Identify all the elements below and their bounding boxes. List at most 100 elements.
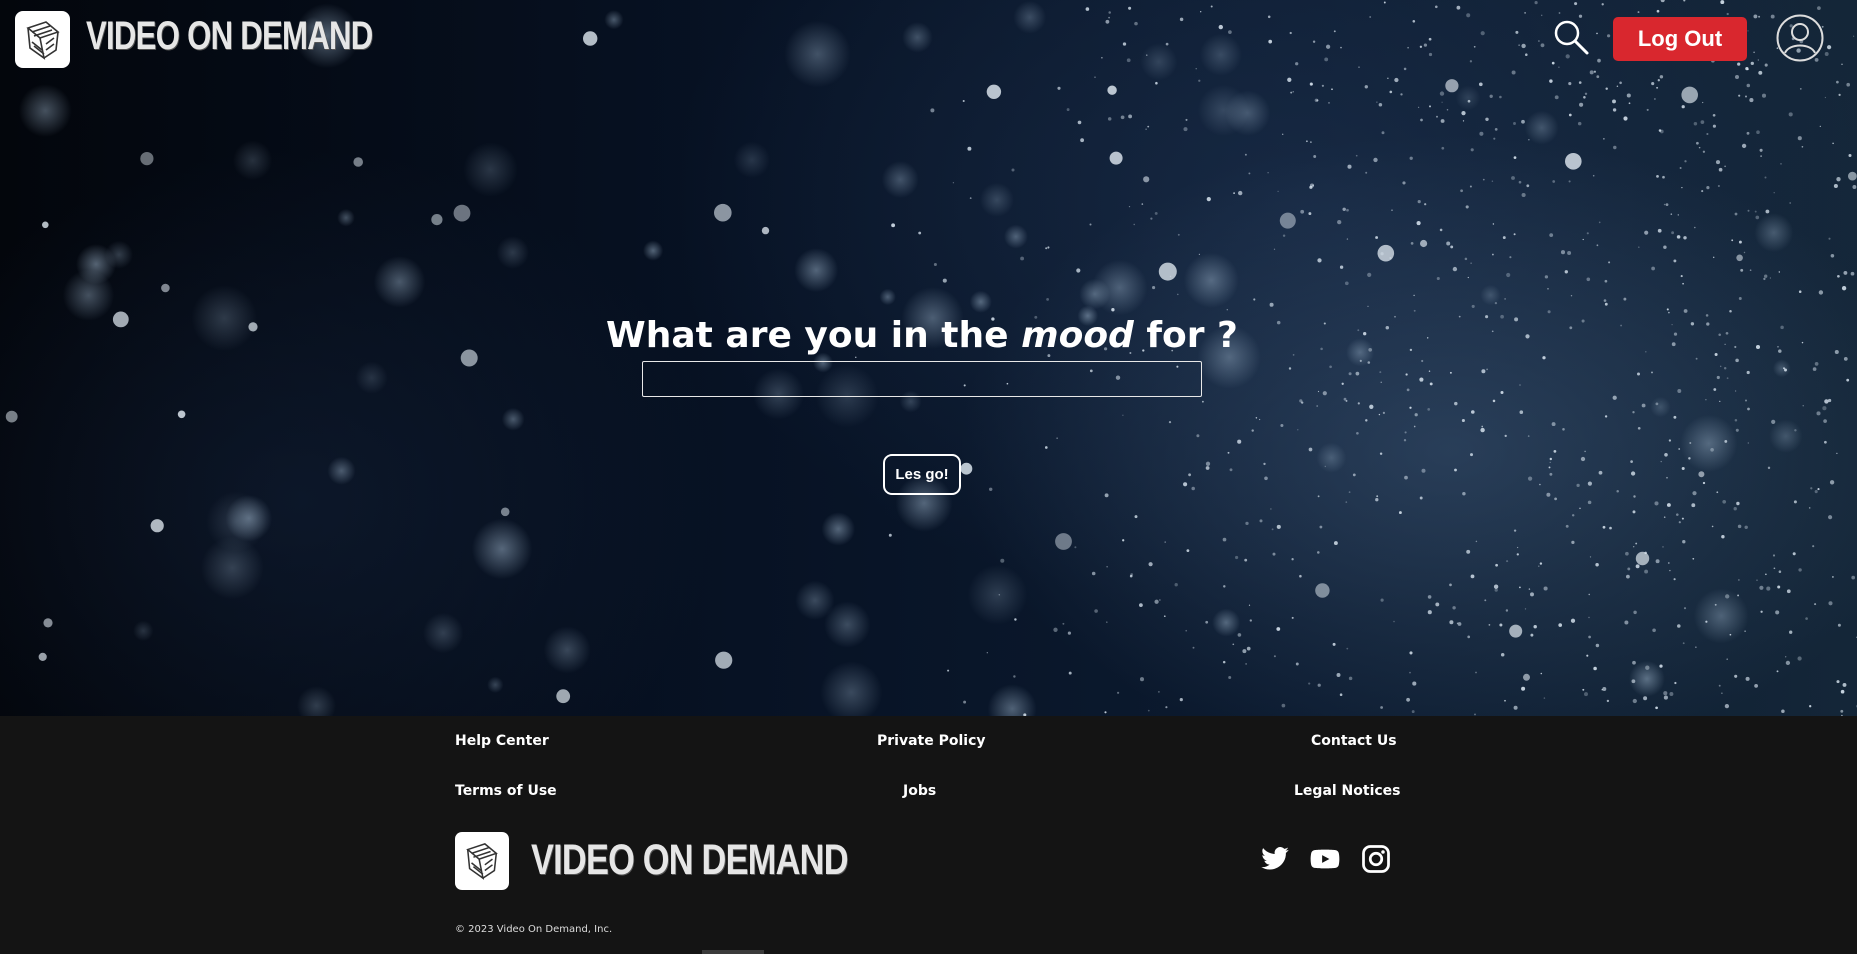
dust-particle (1744, 630, 1746, 632)
dust-particle (1693, 121, 1698, 126)
dust-particle (1785, 660, 1791, 666)
bokeh-particle (733, 141, 771, 178)
dust-particle (1449, 620, 1454, 625)
dust-particle (1702, 101, 1704, 104)
dust-particle (1633, 495, 1636, 498)
dust-particle (1588, 593, 1590, 596)
footer-logo-icon[interactable] (455, 832, 509, 890)
footer-link-terms-of-use[interactable]: Terms of Use (455, 783, 557, 799)
dust-particle (1778, 271, 1780, 273)
dust-particle (1419, 496, 1423, 500)
dust-particle (1389, 90, 1393, 94)
dust-particle (1519, 586, 1521, 589)
scroll-indicator[interactable] (702, 950, 764, 954)
dust-particle (1339, 693, 1343, 696)
dust-particle (1746, 131, 1750, 135)
dust-particle (1632, 698, 1637, 704)
dust-particle (1228, 676, 1232, 679)
dust-particle (1462, 491, 1466, 496)
dust-particle (1662, 175, 1665, 179)
dust-particle (1152, 286, 1156, 290)
dust-particle (1580, 456, 1586, 462)
dust-particle (1548, 466, 1551, 469)
dust-particle (1613, 145, 1617, 150)
dust-particle (1706, 132, 1709, 136)
brand-title[interactable]: VIDEO ON DEMAND (86, 14, 373, 59)
dust-particle (1475, 540, 1478, 543)
dust-particle (1663, 691, 1668, 696)
footer-link-private-policy[interactable]: Private Policy (877, 733, 986, 749)
light-particle (1523, 673, 1530, 681)
dust-particle (1440, 119, 1445, 123)
dust-particle (1122, 414, 1124, 416)
light-particle (1509, 624, 1523, 638)
dust-particle (1734, 212, 1738, 216)
footer-link-legal-notices[interactable]: Legal Notices (1294, 783, 1401, 799)
dust-particle (1381, 131, 1385, 135)
search-icon[interactable] (1552, 18, 1590, 56)
dust-particle (1367, 272, 1372, 277)
dust-particle (1057, 86, 1061, 90)
dust-particle (1542, 356, 1546, 360)
dust-particle (1587, 481, 1592, 486)
mood-search-input[interactable] (642, 361, 1202, 397)
dust-particle (1764, 274, 1768, 278)
dust-particle (1427, 610, 1432, 615)
dust-particle (1530, 633, 1534, 637)
light-particle (761, 226, 770, 235)
instagram-icon[interactable] (1361, 844, 1391, 874)
dust-particle (947, 669, 950, 672)
dust-particle (1655, 402, 1659, 406)
dust-particle (1441, 101, 1443, 103)
dust-particle (1133, 223, 1135, 226)
dust-particle (1435, 602, 1440, 607)
dust-particle (1737, 594, 1740, 597)
dust-particle (1467, 99, 1471, 103)
dust-particle (1271, 528, 1274, 531)
dust-particle (1506, 560, 1509, 563)
dust-particle (1626, 93, 1631, 98)
dust-particle (1346, 647, 1349, 650)
youtube-icon[interactable] (1310, 844, 1340, 874)
logo-icon[interactable] (15, 11, 70, 68)
bokeh-particle (821, 512, 856, 546)
bokeh-particle (225, 495, 273, 542)
twitter-icon[interactable] (1260, 844, 1290, 874)
dust-particle (1400, 93, 1403, 96)
dust-particle (963, 700, 967, 704)
footer-link-jobs[interactable]: Jobs (903, 783, 936, 799)
logout-button[interactable]: Log Out (1613, 17, 1747, 61)
bokeh-particle (1680, 414, 1738, 472)
dust-particle (1269, 302, 1274, 307)
dust-particle (1706, 186, 1710, 190)
lets-go-button[interactable]: Les go! (883, 454, 961, 495)
dust-particle (1376, 101, 1378, 103)
bokeh-particle (133, 620, 154, 641)
footer-link-contact-us[interactable]: Contact Us (1311, 733, 1397, 749)
dust-particle (998, 594, 1000, 596)
dust-particle (1635, 542, 1638, 545)
dust-particle (1738, 297, 1742, 300)
dust-particle (1409, 406, 1412, 409)
avatar-icon[interactable] (1776, 14, 1824, 62)
dust-particle (1816, 411, 1821, 416)
dust-particle (1655, 559, 1660, 564)
dust-particle (1794, 429, 1797, 432)
bokeh-particle (1650, 396, 1671, 418)
dust-particle (1205, 466, 1210, 470)
bokeh-particle (643, 240, 664, 261)
dust-particle (1235, 555, 1239, 560)
dust-particle (1186, 549, 1190, 553)
footer-link-help-center[interactable]: Help Center (455, 733, 549, 749)
dust-particle (1731, 239, 1734, 242)
bokeh-particle (1754, 213, 1794, 253)
dust-particle (888, 533, 892, 537)
dust-particle (1488, 624, 1491, 626)
dust-particle (1347, 164, 1352, 169)
light-particle (556, 689, 571, 704)
dust-particle (1333, 541, 1338, 546)
footer-brand-title[interactable]: VIDEO ON DEMAND (531, 836, 849, 885)
dust-particle (1776, 670, 1779, 673)
dust-particle (1646, 108, 1649, 111)
dust-particle (1683, 309, 1688, 313)
